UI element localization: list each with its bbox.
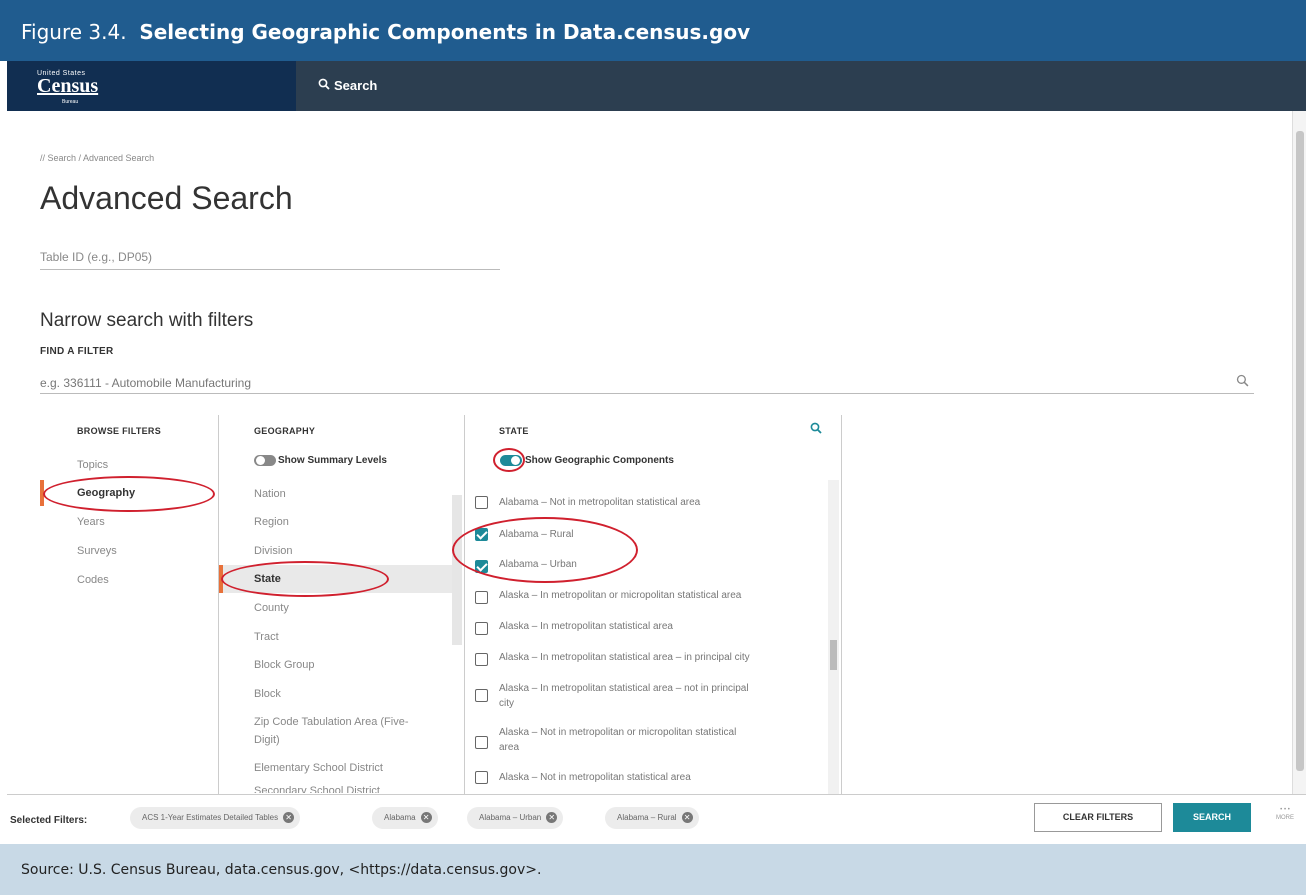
- column-divider: [841, 415, 842, 794]
- state-title: STATE: [499, 426, 529, 436]
- state-item[interactable]: Alaska – In metropolitan statistical are…: [499, 651, 750, 665]
- highlight-oval: [43, 476, 215, 512]
- state-checkbox[interactable]: [475, 736, 488, 749]
- filter-chip-label: Alabama: [384, 813, 416, 822]
- geographic-components-label: Show Geographic Components: [525, 455, 674, 466]
- browse-filters-title: BROWSE FILTERS: [77, 426, 162, 436]
- state-item[interactable]: Alaska – Not in metropolitan statistical…: [499, 771, 691, 785]
- close-icon[interactable]: ✕: [283, 812, 295, 823]
- state-item[interactable]: Alaska – In metropolitan or micropolitan…: [499, 589, 741, 603]
- browse-item-surveys[interactable]: Surveys: [77, 545, 117, 557]
- state-list-scrollbar-thumb[interactable]: [830, 640, 837, 670]
- column-divider: [218, 415, 219, 794]
- browse-item-years[interactable]: Years: [77, 516, 105, 528]
- highlight-oval: [452, 517, 638, 583]
- state-checkbox[interactable]: [475, 689, 488, 702]
- close-icon[interactable]: ✕: [546, 812, 558, 823]
- highlight-oval: [493, 448, 525, 472]
- more-dots-icon: • • •: [1280, 807, 1290, 813]
- nav-search-label: Search: [334, 78, 378, 93]
- summary-levels-label: Show Summary Levels: [278, 455, 387, 466]
- source-caption: Source: U.S. Census Bureau, data.census.…: [0, 844, 1306, 895]
- more-button[interactable]: • • • MORE: [1274, 806, 1296, 822]
- search-icon[interactable]: [1236, 374, 1249, 390]
- filter-chip[interactable]: ACS 1-Year Estimates Detailed Tables ✕: [130, 807, 301, 829]
- close-icon[interactable]: ✕: [681, 812, 693, 823]
- state-item[interactable]: Alabama – Not in metropolitan statistica…: [499, 496, 700, 510]
- figure-title: Selecting Geographic Components in Data.…: [139, 20, 751, 44]
- browse-item-codes[interactable]: Codes: [77, 574, 109, 586]
- highlight-oval: [221, 561, 389, 597]
- state-list-scrollbar[interactable]: [828, 480, 839, 794]
- geo-item-nation[interactable]: Nation: [254, 488, 286, 500]
- filter-chip[interactable]: Alabama – Rural ✕: [605, 807, 699, 829]
- state-checkbox[interactable]: [475, 496, 488, 509]
- state-item[interactable]: Alaska – Not in metropolitan or micropol…: [499, 726, 736, 740]
- filter-chip[interactable]: Alabama ✕: [372, 807, 438, 829]
- close-icon[interactable]: ✕: [420, 812, 432, 823]
- state-checkbox[interactable]: [475, 771, 488, 784]
- logo-tiny-text: Bureau: [62, 99, 79, 105]
- filter-chip[interactable]: Alabama – Urban ✕: [467, 807, 564, 829]
- filter-chip-label: Alabama – Rural: [617, 813, 677, 822]
- geo-item-zcta-cont[interactable]: Digit): [254, 734, 280, 746]
- narrow-search-heading: Narrow search with filters: [40, 310, 254, 331]
- search-icon: [318, 77, 330, 93]
- geo-item-zcta[interactable]: Zip Code Tabulation Area (Five-: [254, 716, 409, 728]
- filter-chip-label: Alabama – Urban: [479, 813, 542, 822]
- selected-filters-label: Selected Filters:: [10, 815, 88, 826]
- breadcrumb[interactable]: // Search / Advanced Search: [40, 153, 154, 163]
- geo-item-elementary-school[interactable]: Elementary School District: [254, 762, 383, 774]
- nav-search-button[interactable]: Search: [296, 61, 1306, 111]
- more-label: MORE: [1276, 815, 1294, 821]
- page-title: Advanced Search: [40, 180, 293, 216]
- state-item-cont[interactable]: area: [499, 741, 519, 755]
- filter-chip-label: ACS 1-Year Estimates Detailed Tables: [142, 813, 279, 822]
- find-filter-input[interactable]: e.g. 336111 - Automobile Manufacturing: [40, 370, 1254, 394]
- page-scrollbar-thumb[interactable]: [1296, 131, 1304, 771]
- geo-item-region[interactable]: Region: [254, 516, 289, 528]
- geo-list-scrollbar[interactable]: [452, 495, 462, 645]
- figure-header: Figure 3.4. Selecting Geographic Compone…: [0, 0, 1306, 61]
- figure-prefix: Figure 3.4.: [21, 20, 127, 44]
- search-button[interactable]: SEARCH: [1173, 803, 1251, 832]
- geo-item-secondary-school[interactable]: Secondary School District: [254, 785, 380, 793]
- logo-text: Census: [37, 75, 99, 97]
- page-scrollbar[interactable]: [1292, 111, 1306, 794]
- state-checkbox[interactable]: [475, 622, 488, 635]
- clear-filters-button[interactable]: CLEAR FILTERS: [1034, 803, 1162, 832]
- geo-item-tract[interactable]: Tract: [254, 631, 279, 643]
- state-checkbox[interactable]: [475, 653, 488, 666]
- summary-levels-toggle[interactable]: [254, 455, 276, 466]
- state-checkbox[interactable]: [475, 591, 488, 604]
- search-icon[interactable]: [810, 422, 822, 437]
- state-item[interactable]: Alaska – In metropolitan statistical are…: [499, 620, 673, 634]
- geo-item-county[interactable]: County: [254, 602, 289, 614]
- find-filter-label: FIND A FILTER: [40, 346, 114, 357]
- census-logo[interactable]: United States Census Bureau: [7, 61, 296, 111]
- geo-item-division[interactable]: Division: [254, 545, 293, 557]
- table-id-input[interactable]: Table ID (e.g., DP05): [40, 250, 500, 270]
- geo-item-block[interactable]: Block: [254, 688, 281, 700]
- top-navbar: United States Census Bureau Search: [7, 61, 1306, 111]
- geography-title: GEOGRAPHY: [254, 426, 316, 436]
- state-item[interactable]: Alaska – In metropolitan statistical are…: [499, 682, 749, 696]
- browse-item-topics[interactable]: Topics: [77, 459, 108, 471]
- state-item-cont[interactable]: city: [499, 697, 514, 711]
- column-divider: [464, 415, 465, 794]
- geo-item-block-group[interactable]: Block Group: [254, 659, 315, 671]
